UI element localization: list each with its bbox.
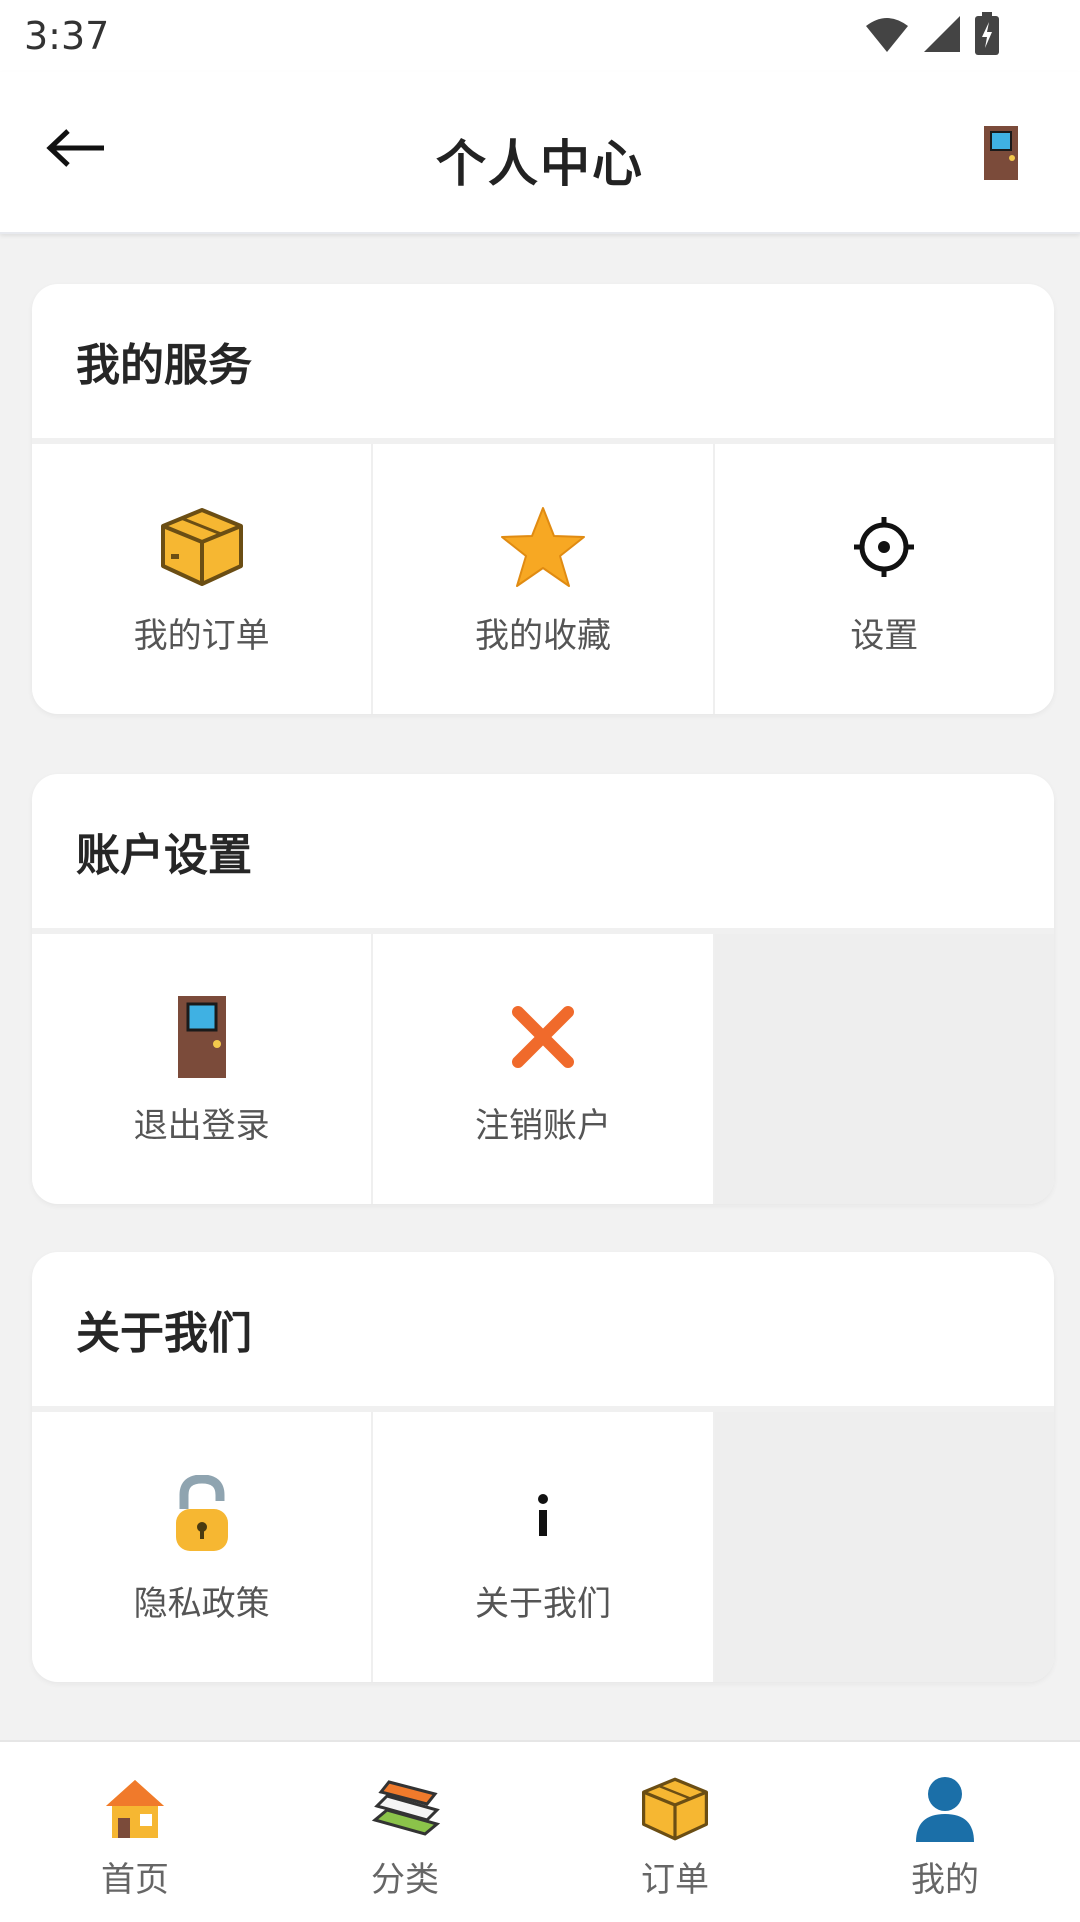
my-orders-button[interactable]: 我的订单 <box>32 444 372 714</box>
section-card-account: 账户设置 退出登录 注销账户 <box>32 774 1054 1204</box>
about-us-button[interactable]: 关于我们 <box>373 1412 713 1682</box>
nav-label: 我的 <box>911 1860 979 1900</box>
signal-icon <box>924 16 960 52</box>
logout-button[interactable] <box>982 124 1034 188</box>
section-card-about: 关于我们 隐私政策 关于我们 <box>32 1252 1054 1682</box>
cell-label: 隐私政策 <box>133 1583 270 1624</box>
settings-button[interactable]: 设置 <box>714 444 1054 714</box>
section-card-services: 我的服务 我的订单 我的收藏 设置 <box>32 284 1054 714</box>
books-icon <box>369 1772 441 1846</box>
info-icon <box>533 1470 553 1560</box>
section-title: 我的服务 <box>32 284 1054 444</box>
page-title: 个人中心 <box>436 135 644 193</box>
service-grid: 我的订单 我的收藏 设置 <box>32 444 1054 714</box>
logout-cell-button[interactable]: 退出登录 <box>32 934 372 1204</box>
cell-label: 注销账户 <box>474 1105 611 1146</box>
wifi-icon <box>866 18 908 52</box>
empty-cell <box>714 1412 1054 1682</box>
my-favorites-button[interactable]: 我的收藏 <box>373 444 713 714</box>
account-grid: 退出登录 注销账户 <box>32 934 1054 1204</box>
cross-icon <box>510 992 576 1082</box>
nav-label: 分类 <box>371 1860 439 1900</box>
privacy-policy-button[interactable]: 隐私政策 <box>32 1412 372 1682</box>
cell-label: 退出登录 <box>133 1105 270 1146</box>
cell-label: 我的收藏 <box>474 615 611 656</box>
door-icon <box>984 126 1018 180</box>
package-icon <box>640 1772 710 1846</box>
gear-icon <box>852 502 916 592</box>
cell-label: 关于我们 <box>474 1583 611 1624</box>
app-bar: 个人中心 <box>0 72 1080 234</box>
section-title: 关于我们 <box>32 1252 1054 1412</box>
status-time: 3:37 <box>24 14 110 58</box>
star-icon <box>498 502 588 592</box>
delete-account-button[interactable]: 注销账户 <box>373 934 713 1204</box>
nav-label: 订单 <box>641 1860 709 1900</box>
door-icon <box>176 992 228 1082</box>
battery-charging-icon <box>975 12 999 55</box>
lock-icon <box>172 1470 232 1560</box>
nav-item-home[interactable]: 首页 <box>0 1742 270 1922</box>
nav-label: 首页 <box>101 1860 169 1900</box>
section-title: 账户设置 <box>32 774 1054 934</box>
nav-item-profile[interactable]: 我的 <box>810 1742 1080 1922</box>
house-icon <box>102 1772 168 1846</box>
person-icon <box>912 1772 978 1846</box>
cell-label: 我的订单 <box>133 615 270 656</box>
status-bar: 3:37 <box>0 0 1080 72</box>
status-icons <box>864 12 1000 56</box>
bottom-nav: 首页 分类 订单 我的 <box>0 1740 1080 1922</box>
nav-item-orders[interactable]: 订单 <box>540 1742 810 1922</box>
nav-item-category[interactable]: 分类 <box>270 1742 540 1922</box>
cell-label: 设置 <box>850 615 919 656</box>
package-icon <box>159 502 245 592</box>
about-grid: 隐私政策 关于我们 <box>32 1412 1054 1682</box>
empty-cell <box>714 934 1054 1204</box>
